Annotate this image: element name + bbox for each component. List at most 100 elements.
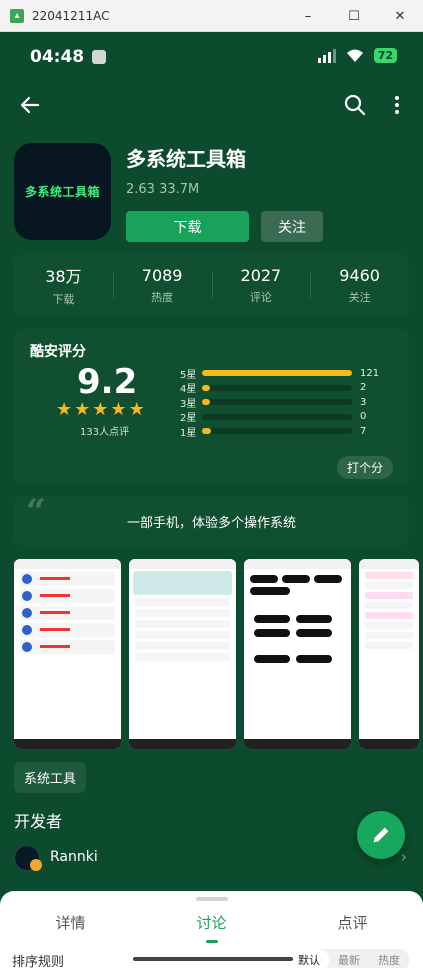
signal-icon <box>317 48 336 63</box>
star-icon: ★ <box>128 399 145 420</box>
rating-bar-fill <box>202 399 210 406</box>
window-controls: – ☐ ✕ <box>285 0 423 32</box>
app-size: 33.7M <box>159 182 200 197</box>
rating-row: 3星 3 <box>180 395 390 410</box>
rating-bar-track <box>202 370 352 377</box>
back-arrow-icon[interactable] <box>18 93 42 117</box>
search-icon[interactable] <box>343 93 367 117</box>
tab-bar: 详情 讨论 点评 <box>0 905 423 943</box>
stat-value: 9460 <box>339 265 380 285</box>
rating-count: 133人点评 <box>80 427 130 438</box>
sort-label: 排序规则 <box>12 955 65 968</box>
stat-label: 关注 <box>348 290 371 304</box>
tab-discussion-label: 讨论 <box>196 914 227 932</box>
rating-row-count: 0 <box>360 411 367 423</box>
follow-button[interactable]: 关注 <box>261 211 323 242</box>
rating-bar-track <box>202 399 352 406</box>
stat-label: 下载 <box>52 293 75 306</box>
rating-row-label: 5星 <box>180 369 197 381</box>
rating-row-count: 121 <box>360 367 380 379</box>
stat-label: 热度 <box>151 290 174 304</box>
rating-row-label: 4星 <box>180 384 197 396</box>
home-indicator[interactable] <box>133 957 293 961</box>
rating-distribution: 5星 121 4星 2 3星 3 2星 0 1星 7 <box>180 366 390 439</box>
top-nav <box>0 81 423 129</box>
stat-label: 评论 <box>249 290 272 304</box>
battery-icon: 72 <box>373 48 397 63</box>
window-app-icon: ▲ <box>10 8 24 23</box>
developer-name[interactable]: Rannki <box>50 849 98 865</box>
stat-value: 38万 <box>45 267 82 286</box>
screenshot-thumbnail[interactable] <box>244 559 351 749</box>
rating-stars: ★ ★ ★ ★ ★ <box>56 401 145 419</box>
rating-bar-fill <box>202 428 211 435</box>
app-meta: 2.63 33.7M <box>126 182 199 197</box>
star-icon: ★ <box>56 399 73 420</box>
window-titlebar: ▲ 22041211AC – ☐ ✕ <box>0 0 423 32</box>
wrench-icon <box>92 50 107 64</box>
close-button[interactable]: ✕ <box>377 0 423 32</box>
tab-details[interactable]: 详情 <box>0 905 141 941</box>
category-tag[interactable]: 系统工具 <box>14 762 87 793</box>
screenshot-thumbnail[interactable] <box>359 559 419 749</box>
stat-heat: 7089 热度 <box>112 254 212 316</box>
chevron-right-icon[interactable]: › <box>401 847 407 866</box>
rating-title: 酷安评分 <box>30 344 86 360</box>
developer-badge-icon <box>30 859 42 871</box>
rating-score: 9.2 <box>77 362 138 402</box>
rating-bar-track <box>202 384 352 391</box>
stat-comments: 2027 评论 <box>211 254 311 316</box>
phone-screen: 04:48 72 多系统工具箱 多系统工具箱 2.63 33.7M 下载 关注 … <box>0 33 423 968</box>
rating-row-label: 1星 <box>180 427 197 439</box>
stat-followers: 9460 关注 <box>310 254 409 316</box>
status-indicators: 72 <box>317 48 397 63</box>
tab-discussion[interactable]: 讨论 <box>141 905 282 943</box>
rating-card: 酷安评分 9.2 ★ ★ ★ ★ ★ 133人点评 5星 121 4星 2 3星 <box>14 329 409 484</box>
stats-card: 38万 下载 7089 热度 2027 评论 9460 关注 <box>14 254 409 316</box>
app-name: 多系统工具箱 <box>126 147 246 171</box>
tab-reviews[interactable]: 点评 <box>282 905 423 941</box>
sheet-handle[interactable] <box>196 897 228 901</box>
rate-button[interactable]: 打个分 <box>336 456 393 479</box>
sort-hot[interactable]: 热度 <box>369 949 409 968</box>
app-icon: 多系统工具箱 <box>14 143 111 240</box>
rating-row-count: 3 <box>360 396 367 408</box>
rating-row: 1星 7 <box>180 424 390 439</box>
download-button[interactable]: 下载 <box>126 211 249 242</box>
rating-row: 5星 121 <box>180 366 390 381</box>
pencil-icon <box>373 827 389 843</box>
stat-value: 2027 <box>240 265 282 285</box>
star-icon: ★ <box>74 399 91 420</box>
screenshot-thumbnail[interactable] <box>14 559 121 749</box>
minimize-button[interactable]: – <box>285 0 331 32</box>
sort-default[interactable]: 默认 <box>289 949 329 968</box>
rating-bar-track <box>202 413 352 420</box>
description-card: “ 一部手机，体验多个操作系统 <box>14 492 409 546</box>
rating-bar-fill <box>202 370 352 377</box>
star-icon: ★ <box>92 399 109 420</box>
status-time: 04:48 <box>30 47 85 67</box>
more-vert-icon[interactable] <box>385 93 409 117</box>
screenshot-thumbnail[interactable] <box>129 559 236 749</box>
rating-row: 2星 0 <box>180 410 390 425</box>
rating-row-count: 2 <box>360 382 367 394</box>
rating-row-label: 2星 <box>180 413 197 425</box>
description-text: 一部手机，体验多个操作系统 <box>126 516 296 531</box>
app-version: 2.63 <box>126 182 155 197</box>
rating-row-count: 7 <box>360 425 367 437</box>
write-post-button[interactable] <box>357 811 405 859</box>
stat-downloads: 38万 下载 <box>14 254 113 316</box>
rating-row: 4星 2 <box>180 381 390 396</box>
screenshot-gallery <box>14 559 419 749</box>
sort-options: 默认 最新 热度 <box>289 949 409 968</box>
maximize-button[interactable]: ☐ <box>331 0 377 32</box>
wifi-icon <box>346 49 363 62</box>
star-icon: ★ <box>110 399 127 420</box>
sort-latest[interactable]: 最新 <box>329 949 369 968</box>
rating-bar-track <box>202 428 352 435</box>
rating-bar-fill <box>202 384 210 391</box>
tab-indicator <box>205 940 218 943</box>
app-icon-label: 多系统工具箱 <box>24 185 100 199</box>
developer-heading: 开发者 <box>14 812 63 831</box>
rating-row-label: 3星 <box>180 398 197 410</box>
